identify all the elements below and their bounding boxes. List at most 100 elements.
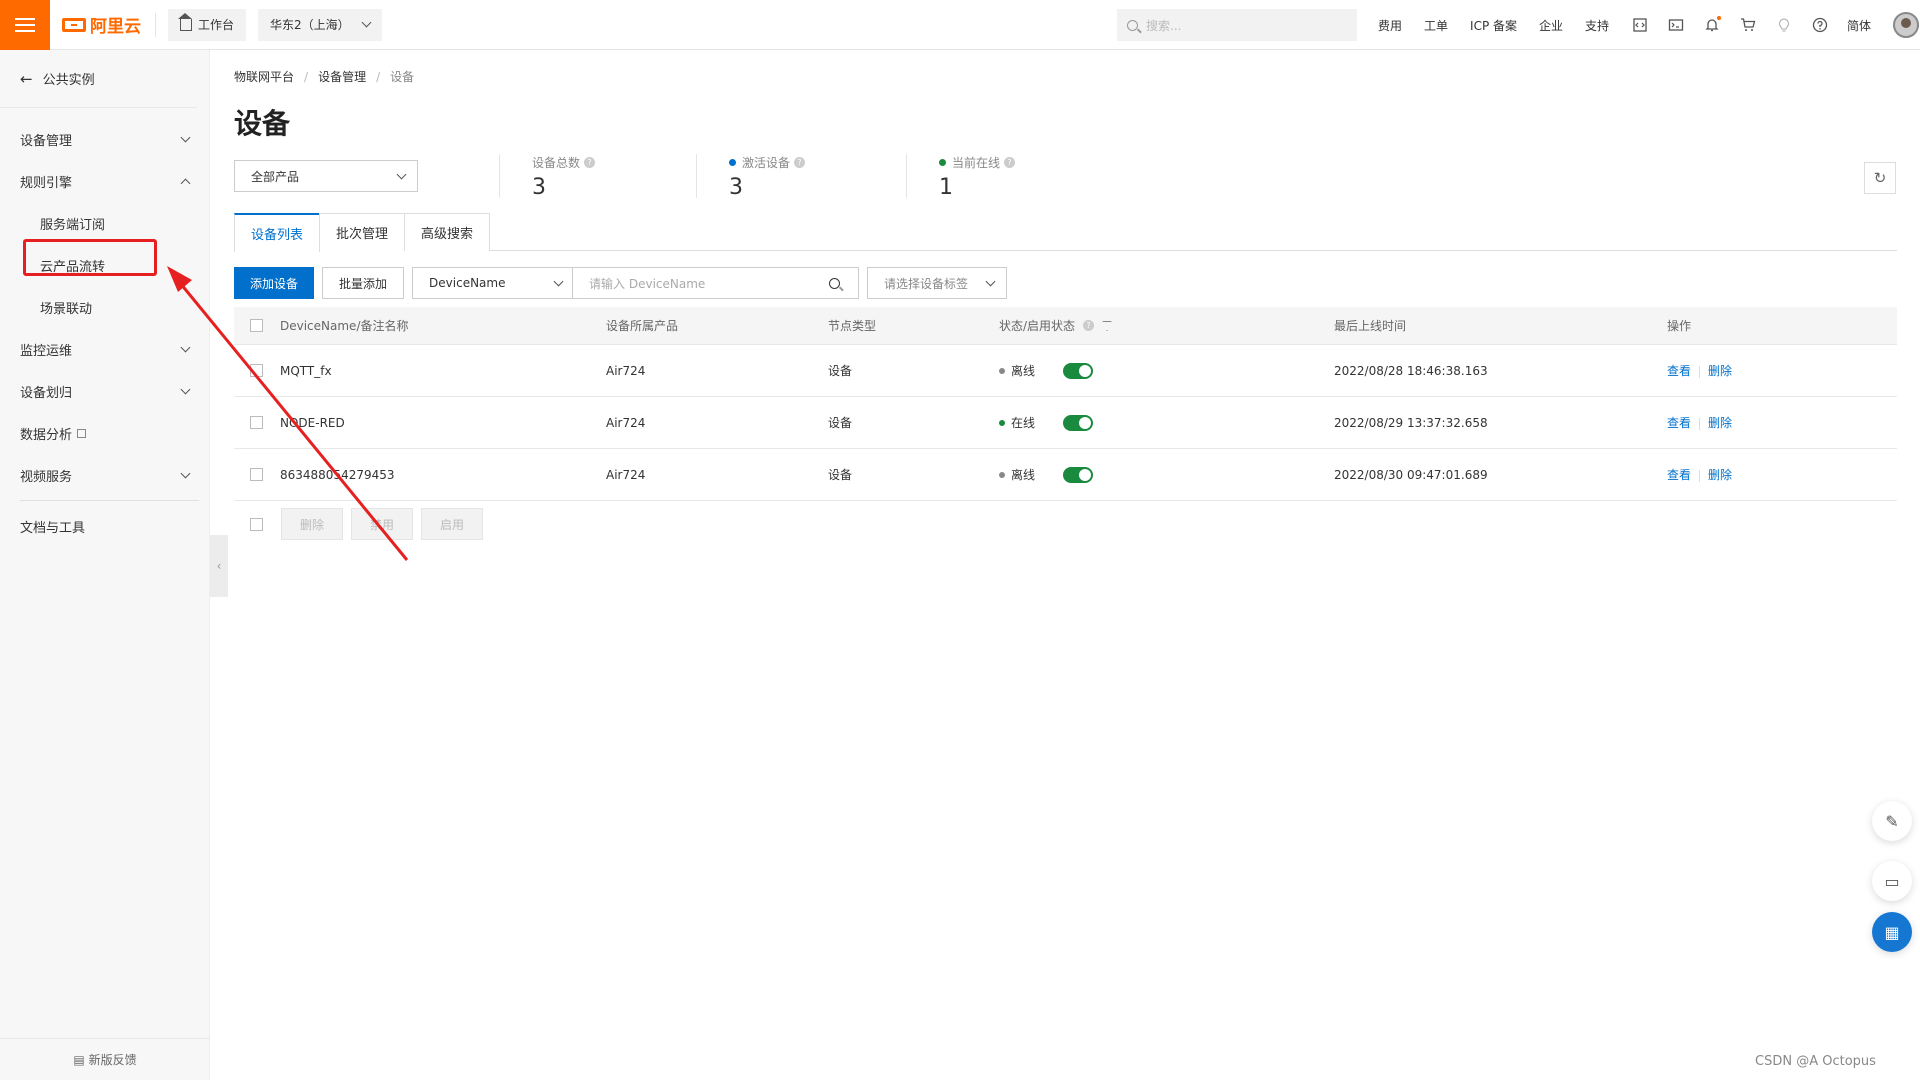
tab-device-list[interactable]: 设备列表 xyxy=(234,213,321,252)
cell-node-type: 设备 xyxy=(828,468,853,482)
sidebar-item-device-distribution[interactable]: 设备划归 xyxy=(0,370,209,412)
aliyun-logo[interactable]: 阿里云 xyxy=(62,12,156,37)
stat-label: 设备总数 xyxy=(532,156,581,170)
logo-mark-icon xyxy=(62,17,86,32)
help-icon[interactable]: ? xyxy=(1004,157,1016,168)
batch-add-button[interactable]: 批量添加 xyxy=(322,267,405,299)
sidebar-item-server-subscription[interactable]: 服务端订阅 xyxy=(0,202,209,244)
sidebar-item-label: 视频服务 xyxy=(20,469,73,485)
delete-link[interactable]: 删除 xyxy=(1708,364,1732,378)
stat-online-devices: 当前在线? 1 xyxy=(906,154,1016,200)
bell-icon[interactable] xyxy=(1703,16,1722,34)
filter-icon[interactable] xyxy=(1102,320,1113,331)
view-link[interactable]: 查看 xyxy=(1667,468,1691,482)
tab-batch-management[interactable]: 批次管理 xyxy=(319,213,406,251)
chevron-down-icon xyxy=(180,132,191,142)
apps-float-button[interactable]: ▦ xyxy=(1872,912,1912,952)
view-link[interactable]: 查看 xyxy=(1667,364,1691,378)
link-support[interactable]: 支持 xyxy=(1585,17,1609,34)
chevron-down-icon xyxy=(180,384,191,394)
link-ticket[interactable]: 工单 xyxy=(1424,17,1448,34)
tab-advanced-search[interactable]: 高级搜索 xyxy=(404,213,491,251)
cell-device-name: MQTT_fx xyxy=(280,363,332,378)
sidebar-item-device-management[interactable]: 设备管理 xyxy=(0,118,209,160)
feedback-link[interactable]: ▤ 新版反馈 xyxy=(0,1038,210,1080)
status-dot xyxy=(729,159,736,166)
back-link[interactable]: ← 公共实例 xyxy=(0,50,197,108)
language-switch[interactable]: 简体 xyxy=(1847,17,1871,34)
stat-value: 3 xyxy=(729,175,743,200)
select-all-checkbox[interactable] xyxy=(250,319,263,332)
column-header-node-type: 节点类型 xyxy=(828,319,877,333)
edit-float-button[interactable]: ✎ xyxy=(1872,801,1912,841)
sidebar-item-rule-engine[interactable]: 规则引擎 xyxy=(0,160,209,202)
chat-float-button[interactable]: ▭ xyxy=(1872,861,1912,901)
back-label: 公共实例 xyxy=(42,73,95,88)
terminal-icon[interactable] xyxy=(1667,16,1685,34)
device-name-search-input[interactable]: 请输入 DeviceName xyxy=(573,268,858,298)
product-select[interactable]: 全部产品 xyxy=(234,160,418,192)
code-icon[interactable] xyxy=(1631,16,1649,34)
sidebar-item-video-service[interactable]: 视频服务 xyxy=(0,454,209,496)
enable-toggle[interactable] xyxy=(1063,362,1094,379)
enable-toggle[interactable] xyxy=(1063,414,1094,431)
row-checkbox[interactable] xyxy=(250,416,263,429)
search-icon[interactable] xyxy=(829,277,841,289)
cell-product: Air724 xyxy=(606,415,646,430)
breadcrumb-device-management[interactable]: 设备管理 xyxy=(318,70,366,84)
bulk-actions: 删除 禁用 启用 xyxy=(234,508,491,540)
product-select-value: 全部产品 xyxy=(251,169,300,184)
bulk-enable-button[interactable]: 启用 xyxy=(421,508,484,540)
cell-last-online: 2022/08/29 13:37:32.658 xyxy=(1334,415,1488,430)
sidebar-item-docs-tools[interactable]: 文档与工具 xyxy=(0,505,209,547)
status-dot xyxy=(999,471,1005,478)
global-search-input[interactable]: 搜索... xyxy=(1117,9,1357,41)
breadcrumb-iot-platform[interactable]: 物联网平台 xyxy=(234,70,294,84)
status-text: 在线 xyxy=(1011,416,1036,430)
view-link[interactable]: 查看 xyxy=(1667,416,1691,430)
bulb-icon[interactable] xyxy=(1775,16,1793,34)
help-icon[interactable]: ? xyxy=(794,157,806,168)
sidebar: ← 公共实例 设备管理 规则引擎 服务端订阅 云产品流转 场景联动 监控运维 设… xyxy=(0,50,210,1080)
sidebar-item-data-analysis[interactable]: 数据分析 xyxy=(0,412,209,454)
help-icon[interactable]: ? xyxy=(584,157,596,168)
column-header-status: 状态/启用状态 ? xyxy=(999,317,1334,334)
sidebar-item-scene-linkage[interactable]: 场景联动 xyxy=(0,286,209,328)
link-icp[interactable]: ICP 备案 xyxy=(1470,17,1517,34)
row-checkbox[interactable] xyxy=(250,364,263,377)
workbench-button[interactable]: 工作台 xyxy=(168,8,247,41)
link-billing[interactable]: 费用 xyxy=(1378,17,1402,34)
refresh-button[interactable]: ↻ xyxy=(1864,162,1896,194)
menu-button[interactable] xyxy=(0,0,50,50)
delete-link[interactable]: 删除 xyxy=(1708,468,1732,482)
bulk-disable-button[interactable]: 禁用 xyxy=(351,508,414,540)
row-checkbox[interactable] xyxy=(250,468,263,481)
sidebar-collapse-handle[interactable]: ‹ xyxy=(210,535,228,597)
help-icon[interactable]: ? xyxy=(1083,320,1095,331)
delete-link[interactable]: 删除 xyxy=(1708,416,1732,430)
cell-status: 在线 xyxy=(999,414,1334,431)
logo-text: 阿里云 xyxy=(90,17,141,37)
hamburger-icon xyxy=(15,17,35,32)
breadcrumb: 物联网平台 / 设备管理 / 设备 xyxy=(234,70,415,84)
bulk-select-checkbox[interactable] xyxy=(250,517,263,531)
add-device-button[interactable]: 添加设备 xyxy=(234,267,315,299)
region-select[interactable]: 华东2（上海） xyxy=(258,8,383,41)
cart-icon[interactable] xyxy=(1739,16,1757,34)
search-field-select[interactable]: DeviceName xyxy=(413,268,574,298)
column-header-status-label: 状态/启用状态 xyxy=(999,319,1076,333)
pencil-icon: ✎ xyxy=(1885,811,1899,831)
table-row: NODE-RED Air724 设备 在线 2022/08/29 13:37:3… xyxy=(234,397,1897,449)
chevron-down-icon xyxy=(180,468,191,478)
link-enterprise[interactable]: 企业 xyxy=(1539,17,1563,34)
bulk-delete-button[interactable]: 删除 xyxy=(281,508,344,540)
help-icon[interactable] xyxy=(1811,16,1829,34)
top-bar: 阿里云 工作台 华东2（上海） 搜索... 费用 工单 ICP 备案 企业 支持 xyxy=(0,0,1920,50)
sidebar-item-label: 文档与工具 xyxy=(20,520,86,536)
cell-node-type: 设备 xyxy=(828,364,853,378)
sidebar-item-monitoring[interactable]: 监控运维 xyxy=(0,328,209,370)
user-avatar[interactable] xyxy=(1893,12,1920,38)
grid-icon: ▦ xyxy=(1884,922,1900,942)
enable-toggle[interactable] xyxy=(1063,466,1094,483)
device-tag-select[interactable]: 请选择设备标签 xyxy=(867,267,1008,299)
